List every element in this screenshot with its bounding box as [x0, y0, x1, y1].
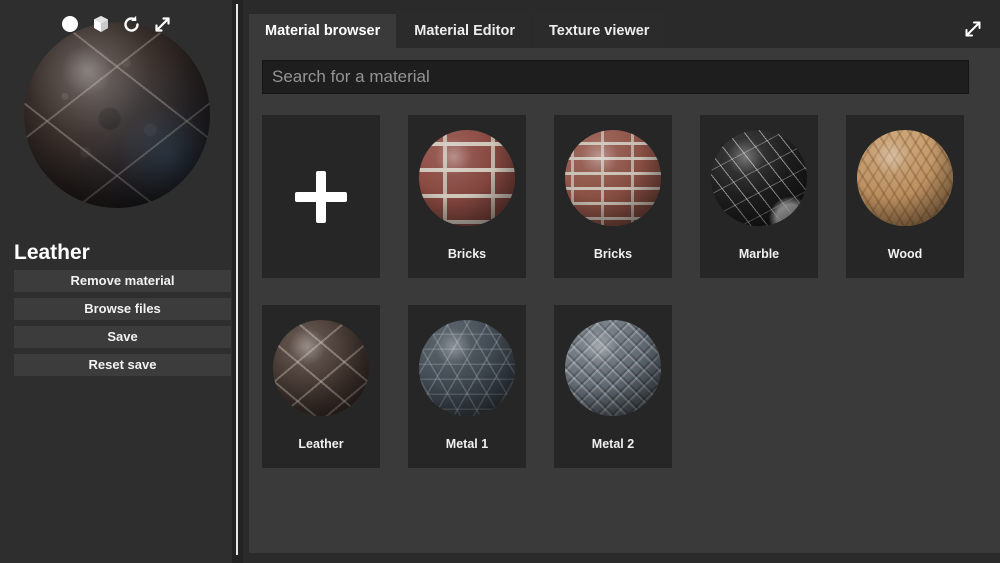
sidebar-actions: Remove material Browse files Save Reset …: [14, 270, 231, 382]
add-material-card[interactable]: [262, 115, 380, 278]
tab-texture-viewer[interactable]: Texture viewer: [533, 14, 665, 48]
search-input[interactable]: [262, 60, 969, 94]
reset-rotation-icon[interactable]: [120, 12, 144, 36]
tab-material-editor[interactable]: Material Editor: [398, 14, 531, 48]
sphere-preview-icon[interactable]: [58, 12, 82, 36]
material-card-label: Metal 1: [408, 437, 526, 451]
material-card[interactable]: Bricks: [554, 115, 672, 278]
material-card[interactable]: Bricks: [408, 115, 526, 278]
material-browser-content: Bricks Bricks Marble: [249, 48, 1000, 553]
browser-panel: Material browser Material Editor Texture…: [243, 0, 1000, 563]
material-thumbnail: [700, 119, 818, 237]
material-card-label: Leather: [262, 437, 380, 451]
material-preview-sidebar: Leather Remove material Browse files Sav…: [0, 0, 232, 563]
material-grid: Bricks Bricks Marble: [262, 115, 987, 468]
panel-splitter[interactable]: [232, 0, 243, 563]
expand-panel-icon[interactable]: [958, 14, 988, 44]
remove-material-button[interactable]: Remove material: [14, 270, 231, 292]
material-card-label: Bricks: [408, 247, 526, 261]
selected-material-title: Leather: [14, 241, 90, 265]
browse-files-button[interactable]: Browse files: [14, 298, 231, 320]
tab-bar: Material browser Material Editor Texture…: [243, 14, 1000, 48]
material-card[interactable]: Marble: [700, 115, 818, 278]
material-card-label: Bricks: [554, 247, 672, 261]
plus-icon: [295, 171, 347, 223]
material-card[interactable]: Leather: [262, 305, 380, 468]
splitter-handle[interactable]: [236, 4, 238, 555]
material-preview-viewport[interactable]: [0, 0, 232, 238]
material-card[interactable]: Wood: [846, 115, 964, 278]
material-browser-window: Leather Remove material Browse files Sav…: [0, 0, 1000, 563]
expand-preview-icon[interactable]: [151, 12, 175, 36]
preview-sphere: [24, 22, 210, 208]
material-thumbnail: [554, 119, 672, 237]
material-thumbnail: [262, 309, 380, 427]
preview-toolbar: [0, 12, 232, 36]
material-card[interactable]: Metal 1: [408, 305, 526, 468]
material-card-label: Metal 2: [554, 437, 672, 451]
cube-preview-icon[interactable]: [89, 12, 113, 36]
material-thumbnail: [408, 309, 526, 427]
material-thumbnail: [408, 119, 526, 237]
material-card-label: Wood: [846, 247, 964, 261]
material-card-label: Marble: [700, 247, 818, 261]
material-thumbnail: [846, 119, 964, 237]
save-button[interactable]: Save: [14, 326, 231, 348]
tab-material-browser[interactable]: Material browser: [249, 14, 396, 48]
material-card[interactable]: Metal 2: [554, 305, 672, 468]
material-thumbnail: [554, 309, 672, 427]
reset-save-button[interactable]: Reset save: [14, 354, 231, 376]
